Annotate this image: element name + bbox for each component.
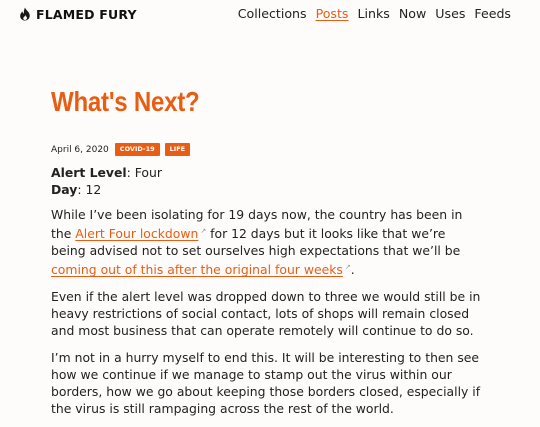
tag-life[interactable]: LIFE [164,143,191,156]
post-date: April 6, 2020 [51,144,109,155]
nav-collections[interactable]: Collections [238,6,307,21]
post-title: What's Next? [51,86,200,117]
nav-now[interactable]: Now [399,6,426,21]
post-meta: April 6, 2020 COVID-19 LIFE [51,143,191,156]
paragraph-3: I’m not in a hurry myself to end this. I… [51,350,481,417]
main-nav: Collections Posts Links Now Uses Feeds [238,6,511,21]
day-label: Day [51,182,78,197]
paragraph-1: While I’ve been isolating for 19 days no… [51,206,483,278]
four-weeks-link[interactable]: coming out of this after the original fo… [51,262,343,277]
alert-level-label: Alert Level [51,165,127,180]
nav-links[interactable]: Links [358,6,390,21]
alert-level-value: : Four [126,165,162,180]
site-logo[interactable]: FLAMED FURY [19,6,137,22]
paragraph-1-text: . [350,262,355,278]
nav-posts[interactable]: Posts [316,6,349,21]
alert-four-lockdown-link[interactable]: Alert Four lockdown [75,226,198,241]
tag-covid-19[interactable]: COVID-19 [114,143,160,156]
paragraph-2: Even if the alert level was dropped down… [51,289,481,339]
flame-icon [20,7,30,21]
nav-feeds[interactable]: Feeds [474,6,511,21]
day-value: : 12 [77,182,102,197]
site-name: FLAMED FURY [36,6,137,22]
post-body: Alert Level: Four Day: 12 While I’ve bee… [51,164,483,427]
nav-uses[interactable]: Uses [435,6,465,21]
post-stats: Alert Level: Four Day: 12 [51,164,483,198]
